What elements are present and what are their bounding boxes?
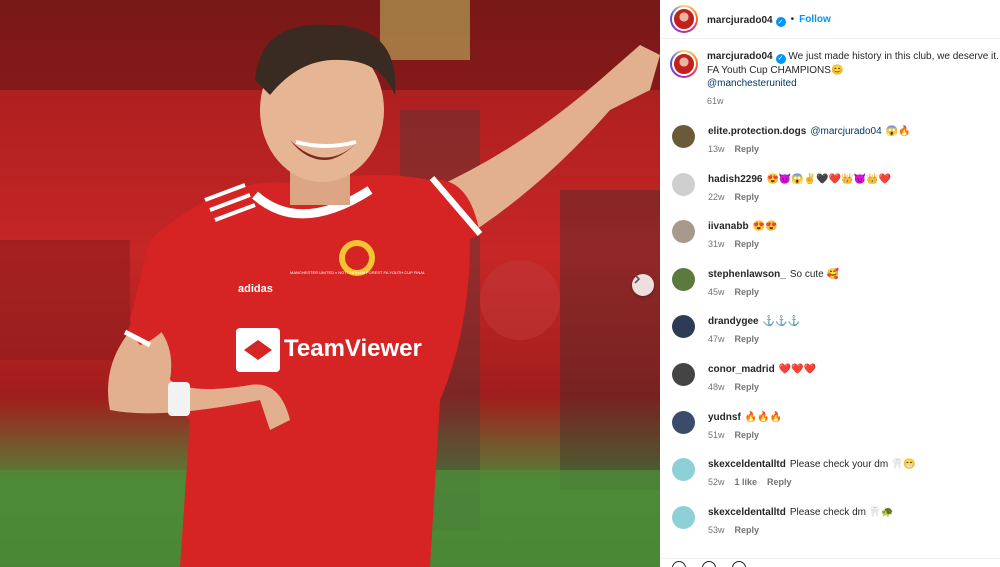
commenter-avatar[interactable] [672, 363, 695, 386]
jersey-print-text: MANCHESTER UNITED v NOTTINGHAM FOREST FA… [290, 270, 426, 275]
comment-timestamp: 47w [708, 334, 725, 345]
commenter-username[interactable]: yudnsf [708, 412, 741, 423]
chevron-right-icon [634, 274, 641, 284]
commenter-username[interactable]: stephenlawson_ [708, 269, 786, 280]
comment-row: elite.protection.dogs @marcjurado04 😱🔥 13w R… [672, 125, 998, 156]
reply-button[interactable]: Reply [735, 144, 760, 154]
comment-row: skexceldentalltd Please check your dm 🦷😁 5… [672, 458, 998, 489]
comment-row: skexceldentalltd Please check dm 🦷🐢 53w Rep… [672, 505, 998, 537]
post-photo: TeamViewer adidas MANCHESTER UNITED v NO… [0, 0, 660, 567]
caption-verified-icon: ✓ [775, 53, 786, 64]
comment-text: So cute 🥰 [789, 268, 839, 280]
commenter-username[interactable]: conor_madrid [708, 364, 775, 375]
header-separator: • [790, 13, 795, 25]
reply-button[interactable]: Reply [735, 192, 760, 202]
comment-timestamp: 13w [708, 144, 725, 154]
reply-button[interactable]: Reply [735, 525, 760, 535]
like-icon[interactable] [672, 561, 686, 567]
commenter-avatar[interactable] [672, 172, 695, 196]
commenter-username[interactable]: elite.protection.dogs [708, 126, 806, 137]
actions-bar [660, 558, 1000, 567]
caption-author-avatar[interactable] [670, 50, 698, 78]
comment-timestamp: 51w [708, 429, 725, 440]
comment-text: 😍😈😱✌️🖤❤️👑😈👑❤️ [766, 173, 891, 185]
comment-text: 😱🔥 [885, 126, 911, 137]
reply-button[interactable]: Reply [735, 430, 760, 440]
comment-timestamp: 22w [708, 191, 725, 202]
author-avatar[interactable] [670, 5, 698, 33]
comment-text: 🔥🔥🔥 [744, 411, 783, 423]
comment-row: yudnsf 🔥🔥🔥 51w Reply [672, 410, 998, 442]
comment-text: Please check dm 🦷🐢 [789, 506, 894, 518]
post-detail-panel: marcjurado04 ✓ • Follow marcjurado04 ✓ We … [660, 0, 1000, 567]
comment-text: ⚓⚓⚓ [762, 316, 800, 328]
comment-timestamp: 53w [708, 524, 725, 535]
comment-row: hadish2296 😍😈😱✌️🖤❤️👑😈👑❤️ 22w Reply [672, 172, 998, 204]
post-header: marcjurado04 ✓ • Follow [660, 0, 1000, 39]
commenter-avatar[interactable] [672, 220, 695, 244]
reply-button[interactable]: Reply [735, 287, 760, 297]
commenter-avatar[interactable] [672, 505, 695, 529]
reply-button[interactable]: Reply [735, 382, 760, 392]
reply-button[interactable]: Reply [735, 239, 760, 249]
caption-username[interactable]: marcjurado04 [707, 51, 773, 62]
commenter-avatar[interactable] [672, 125, 695, 148]
comment-timestamp: 48w [708, 382, 725, 392]
comment-row: drandygee ⚓⚓⚓ 47w Reply [672, 315, 998, 346]
comment-row: stephenlawson_ So cute 🥰 45w Reply [672, 267, 998, 299]
jersey-sponsor-text: TeamViewer [284, 335, 422, 362]
post-caption: marcjurado04 ✓ We just made history in th… [670, 50, 1000, 108]
verified-badge-icon: ✓ [775, 17, 786, 27]
comment-row: iivanabb 😍😍 31w Reply [672, 220, 998, 251]
comment-text: Please check your dm 🦷😁 [789, 459, 916, 471]
comment-row: conor_madrid ❤️❤️❤️ 48w Reply [672, 363, 998, 394]
caption-timestamp: 61w [707, 95, 724, 106]
commenter-username[interactable]: skexceldentalltd [708, 459, 786, 470]
comment-icon[interactable] [702, 561, 716, 567]
commenter-username[interactable]: hadish2296 [708, 174, 762, 185]
player-illustration: TeamViewer adidas MANCHESTER UNITED v NO… [0, 0, 660, 567]
commenter-avatar[interactable] [672, 410, 695, 434]
commenter-avatar[interactable] [672, 458, 695, 482]
comment-text: 😍😍 [752, 221, 778, 233]
jersey-brand-text: adidas [238, 283, 273, 295]
commenter-avatar[interactable] [672, 267, 695, 291]
comment-likes-count[interactable]: 1 like [735, 477, 758, 487]
share-icon[interactable] [732, 561, 746, 567]
caption-mention-link[interactable]: @manchesterunited [707, 77, 999, 90]
reply-button[interactable]: Reply [767, 477, 792, 487]
commenter-username[interactable]: iivanabb [708, 221, 749, 232]
comment-text: ❤️❤️❤️ [778, 364, 817, 375]
commenter-avatar[interactable] [672, 315, 695, 339]
reply-button[interactable]: Reply [735, 334, 760, 344]
comment-timestamp: 52w [708, 477, 725, 488]
comment-timestamp: 45w [708, 286, 725, 297]
commenter-username[interactable]: skexceldentalltd [708, 507, 786, 518]
follow-button[interactable]: Follow [799, 14, 831, 25]
author-username[interactable]: marcjurado04 [707, 15, 773, 26]
comment-timestamp: 31w [708, 239, 725, 250]
next-photo-button[interactable] [632, 274, 654, 296]
comment-mention-link[interactable]: @marcjurado04 [810, 126, 881, 137]
commenter-username[interactable]: drandygee [708, 316, 759, 327]
